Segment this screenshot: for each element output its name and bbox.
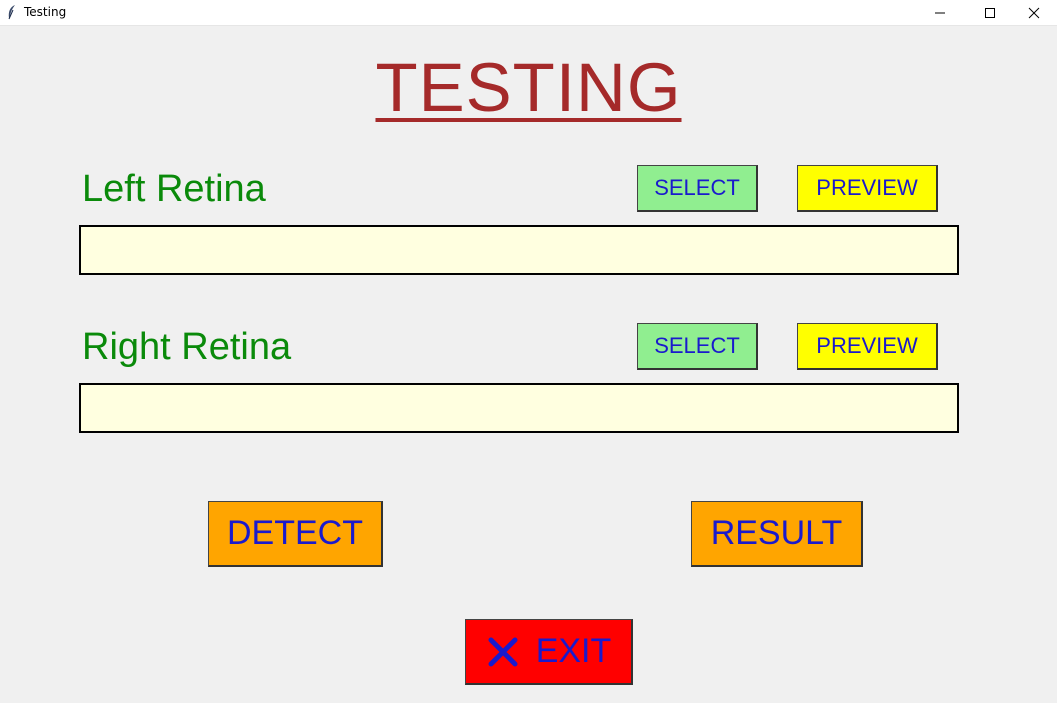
minimize-button[interactable] — [917, 0, 963, 25]
page-heading-container: TESTING — [0, 48, 1057, 127]
close-button[interactable] — [1011, 0, 1057, 25]
window-titlebar: Testing — [0, 0, 1057, 26]
result-button[interactable]: RESULT — [691, 501, 863, 567]
page-title: TESTING — [375, 49, 682, 126]
window-title: Testing — [24, 5, 67, 19]
detect-button[interactable]: DETECT — [208, 501, 383, 567]
maximize-icon — [985, 7, 995, 18]
right-retina-label: Right Retina — [82, 326, 292, 368]
right-retina-path-field[interactable] — [79, 383, 959, 433]
right-preview-button[interactable]: PREVIEW — [797, 323, 938, 370]
left-retina-path-field[interactable] — [79, 225, 959, 275]
left-preview-button[interactable]: PREVIEW — [797, 165, 938, 212]
exit-button[interactable]: EXIT — [465, 619, 633, 685]
right-select-button[interactable]: SELECT — [637, 323, 758, 370]
exit-label: EXIT — [535, 632, 612, 670]
left-retina-label: Left Retina — [82, 168, 266, 210]
maximize-button[interactable] — [967, 0, 1013, 25]
x-icon — [488, 637, 518, 666]
feather-icon — [8, 5, 15, 20]
left-select-button[interactable]: SELECT — [637, 165, 758, 212]
close-icon — [1028, 7, 1040, 18]
minimize-icon — [935, 12, 945, 13]
